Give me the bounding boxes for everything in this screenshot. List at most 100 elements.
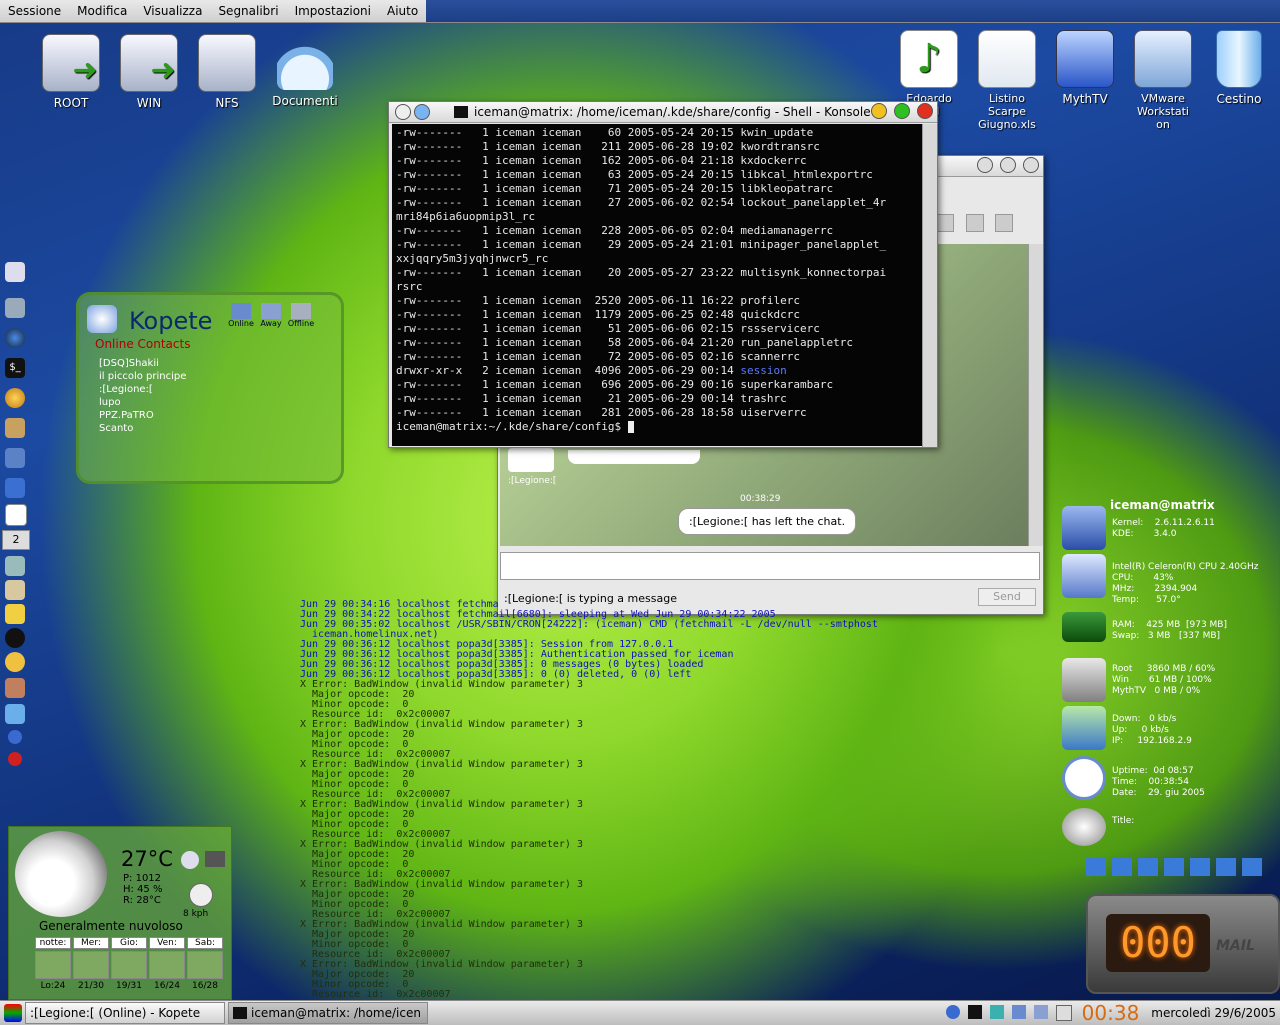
close-button[interactable]	[917, 102, 933, 119]
menu-visualizza[interactable]: Visualizza	[135, 4, 210, 18]
drive-icon	[42, 34, 100, 92]
volume-down-icon[interactable]	[1216, 858, 1236, 876]
compass-icon[interactable]	[5, 388, 25, 408]
desktop-icon-root[interactable]: ROOT	[32, 34, 110, 110]
menu-aiuto[interactable]: Aiuto	[379, 4, 426, 18]
play-icon[interactable]	[1112, 858, 1132, 876]
desktop-icon-vmware[interactable]: VMware Workstati on	[1124, 30, 1202, 131]
volume-up-icon[interactable]	[1242, 858, 1262, 876]
status-online-button[interactable]: Online	[227, 303, 255, 328]
forward-icon[interactable]	[1190, 858, 1210, 876]
menu-sessione[interactable]: Sessione	[0, 4, 69, 18]
pager-icon[interactable]	[5, 504, 27, 526]
network-tray-icon[interactable]	[945, 1005, 960, 1019]
chat-scrollbar[interactable]	[1028, 244, 1043, 546]
task-konsole[interactable]: iceman@matrix: /home/icen	[228, 1002, 428, 1024]
desktop-icon-label: Documenti	[272, 94, 338, 108]
tools-icon[interactable]	[5, 418, 25, 438]
smiley-icon[interactable]	[5, 652, 25, 672]
offline-icon	[291, 303, 311, 319]
contact-item[interactable]: il piccolo principe	[99, 370, 186, 383]
globe-icon[interactable]	[5, 328, 25, 348]
window-menu-icon[interactable]	[395, 104, 411, 120]
task-kopete[interactable]: :[Legione:[ (Online) - Kopete	[25, 1002, 225, 1024]
monitor-tray-icon[interactable]	[1033, 1005, 1048, 1019]
mail-counter-widget[interactable]: 000 MAIL	[1086, 894, 1280, 994]
terminal-line: rsrc	[396, 280, 423, 293]
terminal-line: -rw------- 1 iceman iceman 162 2005-06-0…	[396, 154, 807, 167]
app-tray-icon[interactable]	[989, 1005, 1004, 1019]
desktop-icon-spreadsheet[interactable]: Listino Scarpe Giugno.xls	[968, 30, 1046, 131]
contact-item[interactable]: [DSQ]Shakii	[99, 357, 186, 370]
status-offline-button[interactable]: Offline	[287, 303, 315, 328]
chat-input[interactable]	[500, 552, 1040, 580]
desktop-icon-mythtv[interactable]: MythTV	[1046, 30, 1124, 106]
sticky-button[interactable]	[414, 104, 430, 120]
align-left-icon[interactable]	[936, 214, 954, 232]
taskbar-clock[interactable]: 00:38	[1082, 1001, 1140, 1025]
desktop-icon-documenti[interactable]: Documenti	[266, 34, 344, 108]
clipboard-tray-icon[interactable]	[1055, 1005, 1072, 1021]
stop-icon[interactable]	[1138, 858, 1158, 876]
time-info: Uptime: 0d 08:57 Time: 00:38:54 Date: 29…	[1112, 766, 1205, 798]
rewind-icon[interactable]	[1086, 858, 1106, 876]
menu-segnalibri[interactable]: Segnalibri	[210, 4, 286, 18]
drive-icon	[120, 34, 178, 92]
weather-details: P: 1012 H: 45 % R: 28°C	[123, 873, 162, 906]
forecast-day: notte: Lo:24	[35, 937, 71, 991]
pause-icon[interactable]	[1164, 858, 1184, 876]
konsole-title: iceman@matrix: /home/iceman/.kde/share/c…	[474, 105, 871, 119]
kde-menu-icon[interactable]	[4, 1004, 22, 1022]
taskbar: :[Legione:[ (Online) - Kopete iceman@mat…	[0, 1000, 1280, 1025]
folder-icon[interactable]	[5, 604, 25, 624]
minimize-button[interactable]	[871, 102, 888, 119]
notes-icon[interactable]	[5, 580, 25, 600]
power-icon[interactable]	[8, 752, 22, 766]
speaker-icon[interactable]	[5, 556, 25, 576]
minimize-button[interactable]	[977, 156, 994, 173]
forecast-day-name: Sab:	[187, 937, 223, 949]
globe-icon[interactable]	[181, 851, 199, 869]
contact-item[interactable]: PPZ.PaTRO	[99, 409, 186, 422]
konsole-titlebar[interactable]: iceman@matrix: /home/iceman/.kde/share/c…	[389, 102, 937, 123]
status-away-button[interactable]: Away	[257, 303, 285, 328]
close-button[interactable]	[1023, 156, 1039, 173]
align-right-icon[interactable]	[965, 214, 984, 232]
terminal-line: -rw------- 1 iceman iceman 696 2005-06-2…	[396, 378, 834, 391]
trash-small-icon[interactable]	[5, 704, 25, 724]
task-label: iceman@matrix: /home/icen	[251, 1006, 421, 1020]
bomb-icon[interactable]	[5, 628, 25, 648]
kernel-info: Kernel: 2.6.11.2.6.11 KDE: 3.4.0	[1112, 518, 1215, 539]
virtual-desktop-button[interactable]: 2	[2, 530, 30, 550]
desktop-icon-win[interactable]: WIN	[110, 34, 188, 110]
contact-item[interactable]: :[Legione:[	[99, 383, 186, 396]
menu-impostazioni[interactable]: Impostazioni	[287, 4, 379, 18]
contact-item[interactable]: lupo	[99, 396, 186, 409]
weather-widget: 27°C P: 1012 H: 45 % R: 28°C 8 kph Gener…	[8, 826, 232, 1000]
network-icon[interactable]	[5, 448, 25, 468]
app-icon[interactable]	[5, 678, 25, 698]
lock-icon[interactable]	[8, 730, 22, 744]
terminal-scrollbar[interactable]	[922, 124, 937, 447]
terminal-icon[interactable]: $_	[5, 358, 25, 378]
taskbar-date[interactable]: mercoledì 29/6/2005	[1151, 1006, 1276, 1020]
menu-modifica[interactable]: Modifica	[69, 4, 135, 18]
desktop-icon-cestino[interactable]: Cestino	[1200, 30, 1278, 106]
desktop-icon[interactable]	[5, 478, 25, 498]
cpu-info: Intel(R) Celeron(R) CPU 2.40GHz CPU: 43%…	[1112, 562, 1259, 605]
contact-item[interactable]: Scanto	[99, 422, 186, 435]
maximize-button[interactable]	[1000, 156, 1017, 173]
igloo-home-icon	[277, 34, 333, 90]
terminal-tray-icon[interactable]	[967, 1005, 982, 1019]
settings-icon[interactable]	[5, 298, 25, 318]
send-button[interactable]: Send	[978, 588, 1036, 606]
kde-gear-icon[interactable]	[5, 262, 25, 282]
maximize-button[interactable]	[894, 102, 911, 119]
terminal-output[interactable]: -rw------- 1 iceman iceman 60 2005-05-24…	[392, 124, 928, 446]
camera-icon[interactable]	[205, 851, 225, 867]
weather-temperature: 27°C	[121, 847, 173, 871]
desktop-icon-nfs[interactable]: NFS	[188, 34, 266, 110]
trash-icon	[1216, 30, 1262, 88]
kopete-tray-icon[interactable]	[1011, 1005, 1026, 1019]
justify-icon[interactable]	[995, 214, 1013, 232]
